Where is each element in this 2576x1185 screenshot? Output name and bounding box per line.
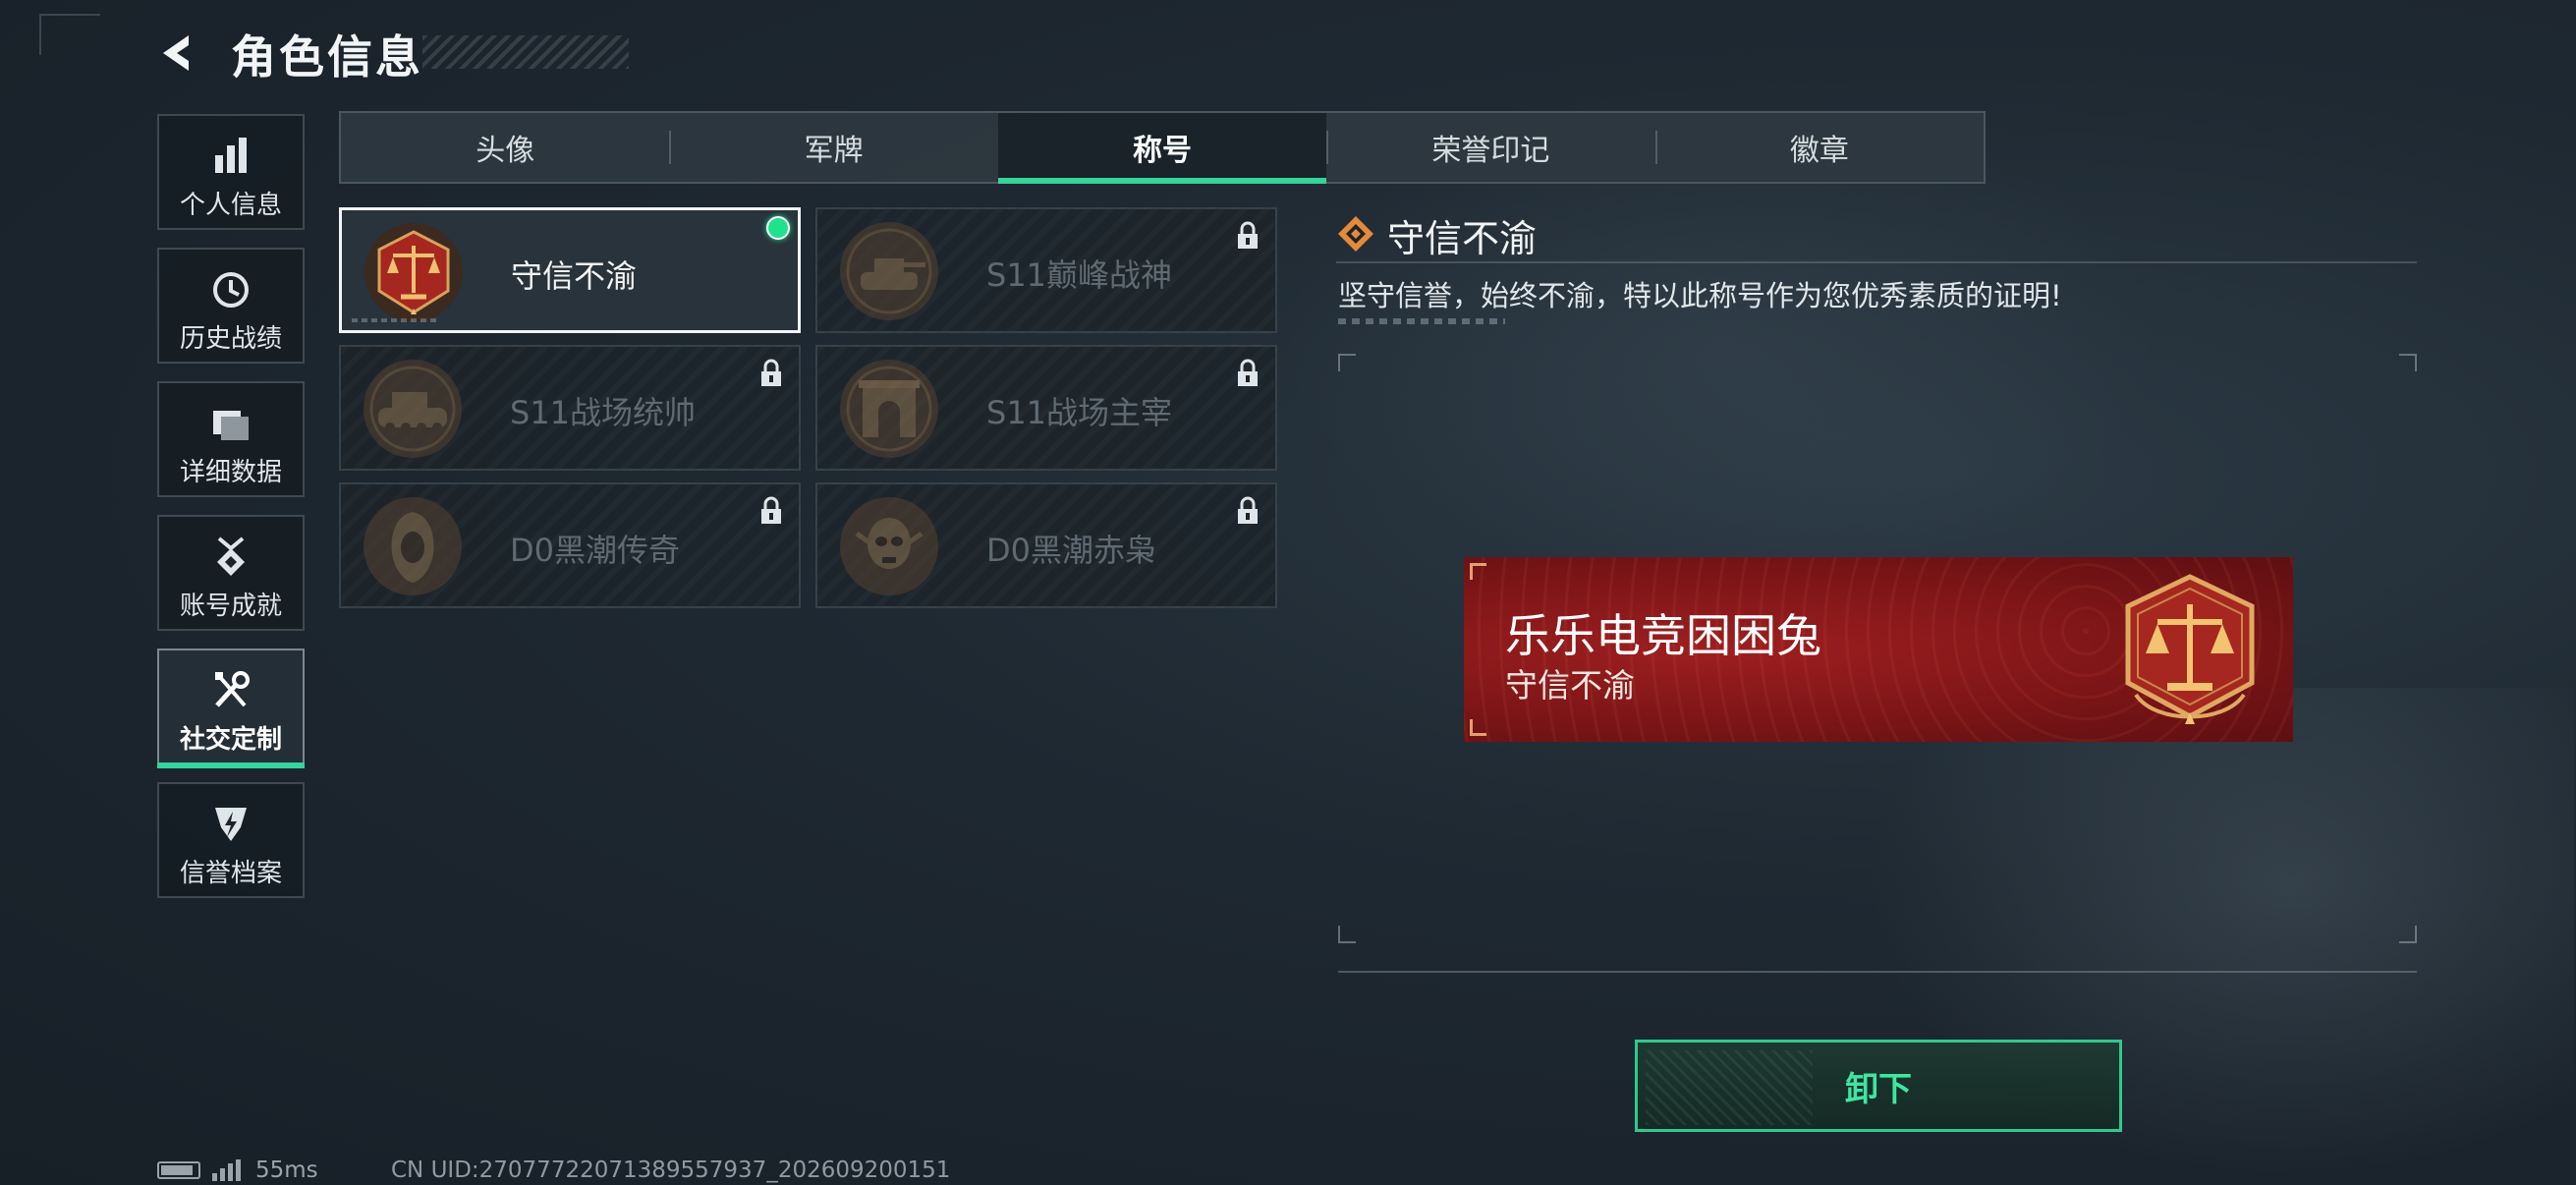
title-name: D0黑潮赤枭	[986, 532, 1157, 569]
tab-avatar[interactable]: 头像	[341, 113, 669, 182]
title-name: 守信不渝	[511, 257, 638, 295]
bar-chart-icon	[215, 138, 247, 173]
unequip-button[interactable]: 卸下	[1635, 1040, 2122, 1132]
title-name: S11战场统帅	[510, 394, 697, 431]
sidebar-item-label: 账号成就	[179, 592, 282, 621]
tank-emblem-icon	[840, 222, 938, 320]
frame-corner	[1338, 926, 1356, 943]
lock-icon	[1238, 221, 1258, 249]
lock-icon	[1238, 496, 1258, 524]
title-name: S11巅峰战神	[986, 256, 1173, 294]
credit-shield-icon	[215, 808, 247, 841]
frame-corner	[2399, 354, 2417, 371]
title-name: S11战场主宰	[986, 394, 1173, 431]
title-decoration	[422, 35, 629, 69]
sidebar-item-label: 个人信息	[179, 191, 282, 220]
lock-icon	[1238, 359, 1258, 386]
back-arrow-icon[interactable]	[155, 29, 202, 77]
sidebar-item-social-custom[interactable]: 社交定制	[157, 649, 305, 768]
achievement-medal-icon	[217, 536, 245, 576]
tab-badge[interactable]: 徽章	[1654, 113, 1984, 182]
unequip-button-label: 卸下	[1845, 1069, 1912, 1109]
sidebar-item-label: 详细数据	[179, 458, 282, 487]
detail-decoration	[1338, 318, 1505, 324]
sidebar-item-credit-record[interactable]: 信誉档案	[157, 782, 305, 898]
lock-icon	[761, 496, 781, 524]
user-uid: CN UID:27077722071389557937_202609200151	[391, 1157, 951, 1183]
sidebar-item-label: 信誉档案	[179, 859, 282, 888]
scales-emblem-icon	[364, 223, 463, 321]
sidebar-item-label: 历史战绩	[179, 324, 282, 354]
battery-icon	[157, 1161, 200, 1179]
detail-description: 坚守信誉，始终不渝，特以此称号作为您优秀素质的证明!	[1338, 279, 2062, 312]
button-texture	[1646, 1050, 1813, 1125]
banner-corner	[1470, 719, 1486, 736]
tab-bar: 头像 军牌 称号 荣誉印记 徽章	[339, 111, 1986, 184]
title-name: D0黑潮传奇	[510, 532, 681, 569]
title-card[interactable]: 守信不渝	[339, 207, 801, 333]
lock-icon	[761, 359, 781, 386]
sidebar-item-personal-info[interactable]: 个人信息	[157, 114, 305, 230]
frame-corner	[2399, 926, 2417, 943]
card-decoration	[352, 318, 440, 322]
scales-emblem-icon	[2125, 574, 2255, 724]
sidebar-item-detail-data[interactable]: 详细数据	[157, 381, 305, 497]
status-bar: 55ms	[157, 1157, 318, 1183]
sidebar-item-achievements[interactable]: 账号成就	[157, 515, 305, 631]
history-clock-icon	[213, 272, 249, 308]
frame-corner	[1338, 354, 1356, 371]
frame-divider	[1338, 971, 2417, 973]
title-card[interactable]: D0黑潮赤枭	[815, 482, 1277, 608]
title-card[interactable]: S11战场主宰	[815, 345, 1277, 471]
title-card[interactable]: S11战场统帅	[339, 345, 801, 471]
player-name: 乐乐电竞困困兔	[1505, 609, 1821, 662]
ping-value: 55ms	[255, 1157, 318, 1183]
arch-emblem-icon	[840, 360, 938, 458]
title-card[interactable]: D0黑潮传奇	[339, 482, 801, 608]
banner-corner	[1470, 563, 1486, 580]
equipped-title: 守信不渝	[1505, 666, 1635, 705]
detail-title: 守信不渝	[1387, 217, 1538, 260]
hooded-figure-emblem-icon	[364, 497, 462, 595]
detail-divider	[1336, 261, 2417, 263]
tab-title[interactable]: 称号	[997, 113, 1327, 184]
tools-wrench-icon	[215, 671, 250, 707]
hud-corner-decoration	[39, 14, 100, 55]
title-card[interactable]: S11巅峰战神	[815, 207, 1277, 333]
armored-vehicle-emblem-icon	[364, 360, 462, 458]
signal-icon	[212, 1159, 244, 1181]
sidebar-item-label: 社交定制	[179, 725, 282, 755]
equipped-indicator	[766, 216, 790, 240]
title-diamond-icon	[1338, 216, 1373, 252]
sidebar-item-history[interactable]: 历史战绩	[157, 248, 305, 364]
skull-mask-emblem-icon	[840, 497, 938, 595]
folder-stack-icon	[213, 411, 249, 440]
page-title: 角色信息	[231, 30, 423, 84]
tab-military-tag[interactable]: 军牌	[669, 113, 997, 182]
tab-honor-mark[interactable]: 荣誉印记	[1326, 113, 1654, 182]
nameplate-preview: 乐乐电竞困困兔 守信不渝	[1464, 557, 2293, 742]
